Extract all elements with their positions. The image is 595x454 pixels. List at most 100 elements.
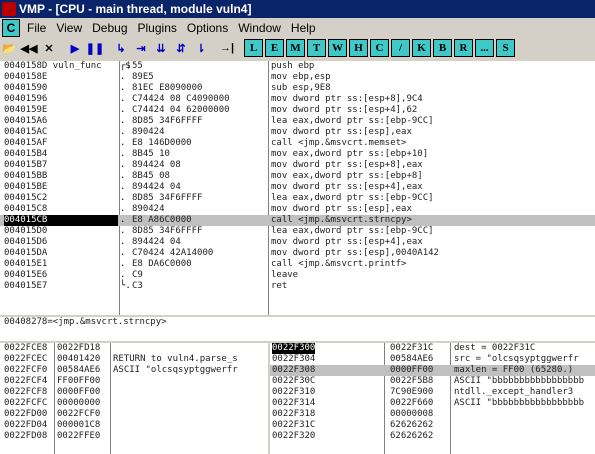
dump-row[interactable]: 0022FCEC 00401420 RETURN to vuln4.parse_s: [0, 354, 268, 365]
disasm-dis: mov dword ptr ss:[esp],0040A142: [271, 248, 439, 258]
disasm-row[interactable]: 004015D6. 894424 04 mov dword ptr ss:[esp+…: [0, 237, 595, 248]
restart-icon[interactable]: ◀◀: [20, 40, 38, 56]
stack-row[interactable]: 0022F314 0022F660 ASCII "bbbbbbbbbbbbbbbbb: [270, 398, 595, 409]
disasm-hex: E8 A86C0000: [132, 215, 192, 225]
disasm-hex: 8B45 08: [132, 171, 170, 181]
window-button-6[interactable]: C: [370, 39, 389, 57]
disasm-arrow: .: [120, 160, 126, 170]
menu-help[interactable]: Help: [288, 21, 323, 35]
window-button-1[interactable]: E: [265, 39, 284, 57]
dump-row[interactable]: 0022FD04 000001C8: [0, 420, 268, 431]
disasm-arrow: └.: [120, 281, 131, 291]
dump-row[interactable]: 0022FCFC 00000000: [0, 398, 268, 409]
disasm-row[interactable]: 0040159E. C74424 04 62000000 mov dword ptr…: [0, 105, 595, 116]
disasm-row[interactable]: 004015AF. E8 146D0000 call <jmp.&msvcrt.me…: [0, 138, 595, 149]
disasm-row[interactable]: 00401590. 81EC E8090000 sub esp,9E8: [0, 83, 595, 94]
disasm-row[interactable]: 0040158E. 89E5 mov ebp,esp: [0, 72, 595, 83]
disasm-addr: 004015C8: [4, 204, 48, 214]
dump-address: 0022FCF0: [4, 365, 48, 375]
trace-into-icon[interactable]: ⇊: [152, 40, 170, 56]
disassembly-pane[interactable]: 0040158D vuln_func ┌$ 55 push ebp 0040158E. 8…: [0, 61, 595, 315]
dump-row[interactable]: 0022FCF4 FF00FF00: [0, 376, 268, 387]
dump-value: 0000FF00: [57, 387, 101, 397]
disasm-row[interactable]: 004015BB. 8B45 08 mov eax,dword ptr ss:[eb…: [0, 171, 595, 182]
disasm-row[interactable]: 004015C8. 890424 mov dword ptr ss:[esp],ea…: [0, 204, 595, 215]
stack-pane[interactable]: 0022F300 0022F31C dest = 0022F31C 0022F304 0…: [270, 343, 595, 454]
disasm-hex: 8D85 34F6FFFF: [132, 226, 203, 236]
disasm-arrow: .: [120, 94, 126, 104]
menu-view[interactable]: View: [53, 21, 89, 35]
stack-row[interactable]: 0022F320 62626262: [270, 431, 595, 442]
stack-row[interactable]: 0022F304 00584AE6 src = "olcsqsyptggwerfr: [270, 354, 595, 365]
disasm-row[interactable]: 004015CB. E8 A86C0000 call <jmp.&msvcrt.st…: [0, 215, 595, 226]
disasm-row[interactable]: 00401596. C74424 08 C4090000 mov dword ptr…: [0, 94, 595, 105]
menu-window[interactable]: Window: [235, 21, 288, 35]
stack-value: 00000008: [390, 409, 434, 419]
disasm-dis: mov dword ptr ss:[esp+8],eax: [271, 160, 423, 170]
window-button-12[interactable]: S: [496, 39, 515, 57]
dump-row[interactable]: 0022FCF8 0000FF00: [0, 387, 268, 398]
stack-comment: maxlen = FF00 (65280.): [454, 365, 574, 375]
cpu-window-icon[interactable]: C: [2, 18, 20, 37]
disasm-dis: mov dword ptr ss:[esp+4],62: [271, 105, 418, 115]
disasm-row[interactable]: 004015E7 └. C3 ret: [0, 281, 595, 292]
menu-debug[interactable]: Debug: [89, 21, 134, 35]
dump-row[interactable]: 0022FD00 0022FCF0: [0, 409, 268, 420]
stack-row[interactable]: 0022F300 0022F31C dest = 0022F31C: [270, 343, 595, 354]
disasm-row[interactable]: 004015E1. E8 DA6C0000 call <jmp.&msvcrt.pr…: [0, 259, 595, 270]
run-icon[interactable]: ▶: [66, 40, 84, 56]
execute-till-return-icon[interactable]: ⇂: [192, 40, 210, 56]
disasm-row[interactable]: 004015B4. 8B45 10 mov eax,dword ptr ss:[eb…: [0, 149, 595, 160]
pause-icon[interactable]: ❚❚: [86, 40, 104, 56]
dump-pane[interactable]: 0022FCE8 0022FD18 0022FCEC 00401420 RETURN t…: [0, 343, 268, 454]
window-button-7[interactable]: /: [391, 39, 410, 57]
disasm-addr: 004015AC: [4, 127, 48, 137]
stack-comment: dest = 0022F31C: [454, 343, 536, 353]
disasm-arrow: .: [120, 193, 126, 203]
disasm-addr: 004015E7: [4, 281, 48, 291]
stack-row[interactable]: 0022F31C 62626262: [270, 420, 595, 431]
menu-options[interactable]: Options: [184, 21, 235, 35]
disasm-addr: 004015C2: [4, 193, 48, 203]
stack-row[interactable]: 0022F308 0000FF00 maxlen = FF00 (65280.): [270, 365, 595, 376]
disasm-row[interactable]: 004015B7. 894424 08 mov dword ptr ss:[esp+…: [0, 160, 595, 171]
disasm-row[interactable]: 004015E6. C9 leave: [0, 270, 595, 281]
disasm-row[interactable]: 004015A6. 8D85 34F6FFFF lea eax,dword ptr …: [0, 116, 595, 127]
window-button-4[interactable]: W: [328, 39, 347, 57]
window-button-3[interactable]: T: [307, 39, 326, 57]
window-button-9[interactable]: B: [433, 39, 452, 57]
step-over-icon[interactable]: ⇥: [132, 40, 150, 56]
disasm-row[interactable]: 0040158D vuln_func ┌$ 55 push ebp: [0, 61, 595, 72]
dump-row[interactable]: 0022FCE8 0022FD18: [0, 343, 268, 354]
stack-row[interactable]: 0022F310 7C90E900 ntdll._except_handler3: [270, 387, 595, 398]
trace-over-icon[interactable]: ⇵: [172, 40, 190, 56]
disasm-hex: C74424 04 62000000: [132, 105, 230, 115]
go-to-icon[interactable]: →|: [218, 40, 236, 56]
dump-row[interactable]: 0022FCF0 00584AE6 ASCII "olcsqsyptggwerfr: [0, 365, 268, 376]
disasm-row[interactable]: 004015DA. C70424 42A14000 mov dword ptr ss…: [0, 248, 595, 259]
menu-file[interactable]: File: [24, 21, 53, 35]
window-button-0[interactable]: L: [244, 39, 263, 57]
disasm-row[interactable]: 004015C2. 8D85 34F6FFFF lea eax,dword ptr …: [0, 193, 595, 204]
disasm-addr: 004015B4: [4, 149, 48, 159]
open-icon[interactable]: 📂: [0, 40, 18, 56]
menu-plugins[interactable]: Plugins: [135, 21, 184, 35]
window-button-2[interactable]: M: [286, 39, 305, 57]
dump-address: 0022FD00: [4, 409, 48, 419]
stack-address: 0022F300: [272, 343, 316, 354]
disasm-dis: mov dword ptr ss:[esp+4],eax: [271, 182, 423, 192]
stack-row[interactable]: 0022F318 00000008: [270, 409, 595, 420]
disasm-row[interactable]: 004015D0. 8D85 34F6FFFF lea eax,dword ptr …: [0, 226, 595, 237]
disasm-addr: 00401590: [4, 83, 48, 93]
stack-row[interactable]: 0022F30C 0022F5B8 ASCII "bbbbbbbbbbbbbbbbb: [270, 376, 595, 387]
window-button-11[interactable]: ...: [475, 39, 494, 57]
disasm-row[interactable]: 004015BE. 894424 04 mov dword ptr ss:[esp+…: [0, 182, 595, 193]
dump-row[interactable]: 0022FD08 0022FFE0: [0, 431, 268, 442]
step-into-icon[interactable]: ↳: [112, 40, 130, 56]
window-button-8[interactable]: K: [412, 39, 431, 57]
close-icon[interactable]: ✕: [40, 40, 58, 56]
window-button-10[interactable]: R: [454, 39, 473, 57]
disasm-row[interactable]: 004015AC. 890424 mov dword ptr ss:[esp],ea…: [0, 127, 595, 138]
window-button-5[interactable]: H: [349, 39, 368, 57]
dump-address: 0022FCF4: [4, 376, 48, 386]
